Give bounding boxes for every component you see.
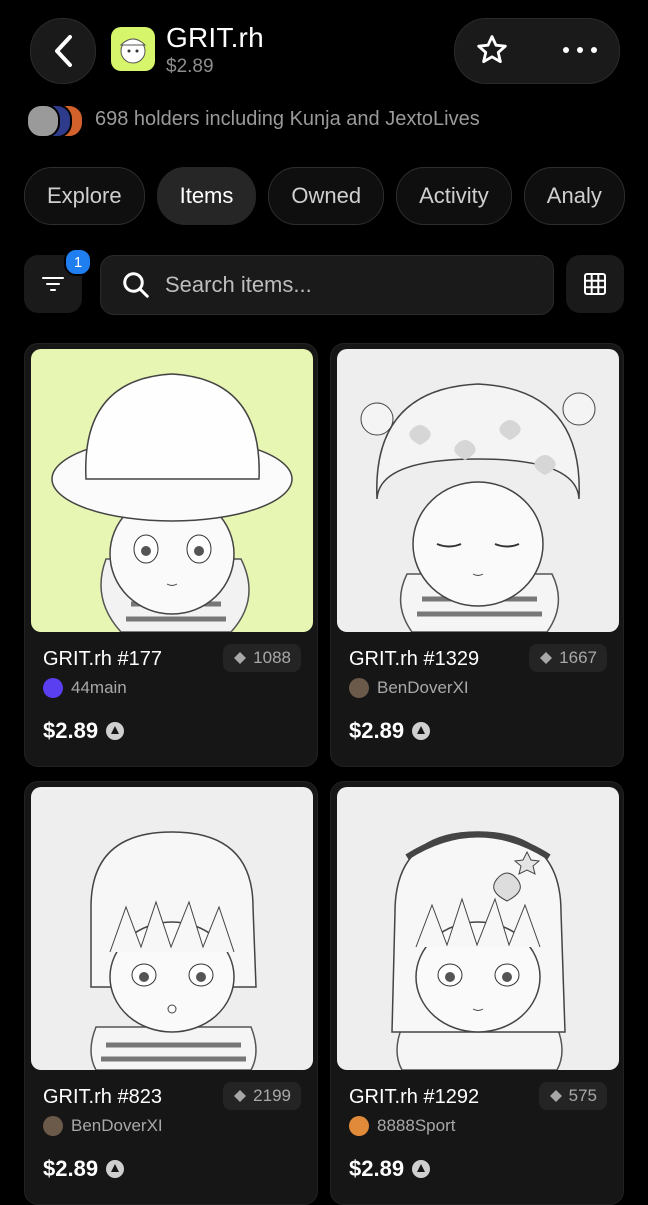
diamond-icon — [549, 1090, 562, 1102]
tab-explore[interactable]: Explore — [24, 167, 145, 225]
search-input[interactable] — [163, 271, 527, 299]
nft-image — [337, 787, 619, 1070]
nft-owner[interactable]: BenDoverXI — [43, 1116, 163, 1136]
diamond-icon — [234, 652, 247, 664]
rarity-rank-value: 1088 — [253, 648, 291, 667]
nft-owner[interactable]: 8888Sport — [349, 1116, 455, 1136]
rarity-rank-value: 1667 — [559, 648, 597, 667]
nft-price-value: $2.89 — [43, 1156, 99, 1181]
tab-activity[interactable]: Activity — [396, 167, 512, 225]
owner-avatar — [349, 1116, 369, 1136]
nft-image — [337, 349, 619, 632]
search-bar[interactable] — [100, 255, 554, 315]
nft-image — [31, 787, 313, 1070]
tab-bar: Explore Items Owned Activity Analy — [24, 167, 625, 225]
star-icon — [477, 35, 507, 64]
rarity-rank: 2199 — [223, 1082, 301, 1110]
collection-title: GRIT.rh — [166, 22, 264, 53]
holders-summary: 698 holders including Kunja and JextoLiv… — [95, 108, 480, 130]
holder-avatar — [26, 104, 60, 138]
currency-icon — [106, 722, 125, 740]
owner-name: 44main — [71, 678, 127, 697]
nft-price: $2.89 — [349, 1156, 431, 1182]
collection-floor-price: $2.89 — [166, 56, 214, 77]
nft-card[interactable]: GRIT.rh #823 2199 BenDoverXI $2.89 — [24, 781, 318, 1205]
nft-price: $2.89 — [43, 1156, 125, 1182]
nft-name: GRIT.rh #1329 — [349, 648, 480, 670]
tab-items[interactable]: Items — [156, 167, 257, 225]
search-icon — [123, 272, 149, 298]
nft-card[interactable]: GRIT.rh #1329 1667 BenDoverXI $2.89 — [330, 343, 624, 767]
currency-icon — [412, 1160, 431, 1178]
nft-price-value: $2.89 — [43, 718, 99, 743]
nft-price-value: $2.89 — [349, 718, 405, 743]
owner-avatar — [349, 678, 369, 698]
chevron-left-icon — [55, 35, 72, 67]
owner-avatar — [43, 678, 63, 698]
more-dots-icon — [563, 47, 597, 53]
rarity-rank: 1667 — [529, 644, 607, 672]
diamond-icon — [540, 652, 553, 664]
diamond-icon — [234, 1090, 247, 1102]
currency-icon — [412, 722, 431, 740]
grid-icon — [584, 273, 606, 295]
filter-icon — [42, 277, 64, 291]
rarity-rank: 575 — [538, 1082, 607, 1110]
nft-price: $2.89 — [43, 718, 125, 744]
favorite-button[interactable] — [470, 30, 514, 70]
nft-price-value: $2.89 — [349, 1156, 405, 1181]
nft-card[interactable]: GRIT.rh #177 1088 44main $2.89 — [24, 343, 318, 767]
owner-name: BenDoverXI — [71, 1116, 163, 1135]
owner-avatar — [43, 1116, 63, 1136]
rarity-rank: 1088 — [223, 644, 301, 672]
nft-owner[interactable]: 44main — [43, 678, 127, 698]
nft-name: GRIT.rh #1292 — [349, 1086, 480, 1108]
holders-avatars — [26, 104, 84, 138]
owner-name: 8888Sport — [377, 1116, 456, 1135]
tab-owned[interactable]: Owned — [268, 167, 385, 225]
nft-price: $2.89 — [349, 718, 431, 744]
owner-name: BenDoverXI — [377, 678, 469, 697]
nft-owner[interactable]: BenDoverXI — [349, 678, 469, 698]
rarity-rank-value: 2199 — [253, 1086, 291, 1105]
nft-image — [31, 349, 313, 632]
rarity-rank-value: 575 — [568, 1086, 597, 1105]
filter-count-badge: 1 — [64, 248, 92, 276]
tab-analytics[interactable]: Analy — [523, 167, 625, 225]
nft-name: GRIT.rh #823 — [43, 1086, 162, 1108]
collection-logo — [111, 27, 155, 71]
more-options-button[interactable] — [552, 30, 608, 70]
nft-card[interactable]: GRIT.rh #1292 575 8888Sport $2.89 — [330, 781, 624, 1205]
grid-view-button[interactable] — [566, 255, 624, 313]
back-button[interactable] — [30, 18, 96, 84]
currency-icon — [106, 1160, 125, 1178]
nft-name: GRIT.rh #177 — [43, 648, 162, 670]
